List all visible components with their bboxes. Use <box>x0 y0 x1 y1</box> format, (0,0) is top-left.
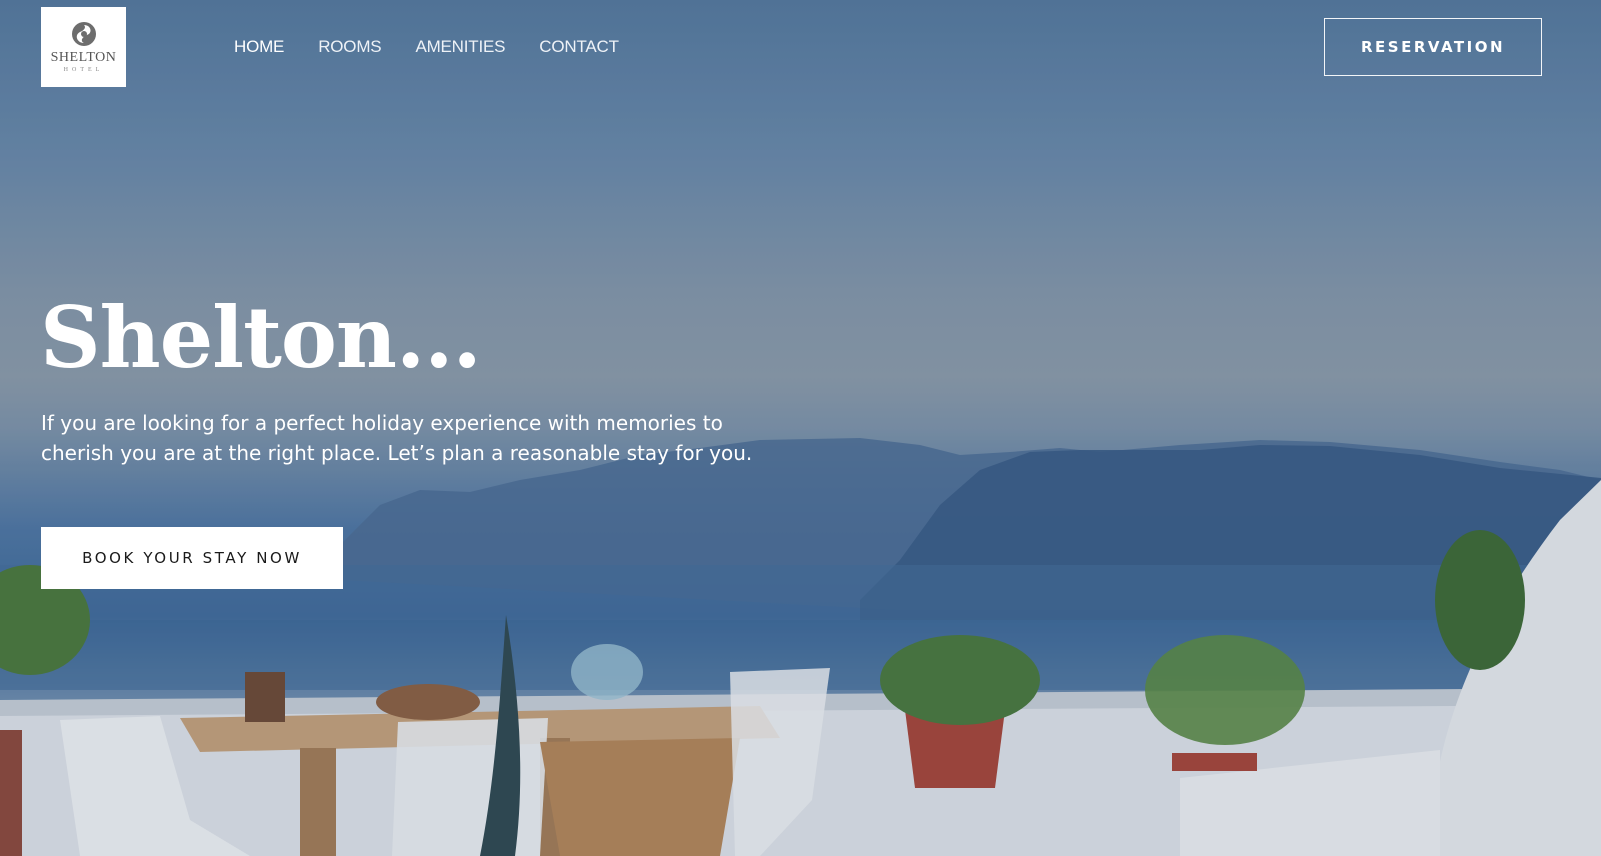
main-nav: HOME ROOMS AMENITIES CONTACT <box>234 37 653 57</box>
logo-swirl-icon <box>71 22 96 46</box>
hero-section: SHELTON HOTEL HOME ROOMS AMENITIES CONTA… <box>0 0 1601 856</box>
book-stay-button[interactable]: BOOK YOUR STAY NOW <box>41 527 343 589</box>
nav-item-home[interactable]: HOME <box>234 37 284 57</box>
reservation-button[interactable]: RESERVATION <box>1324 18 1542 76</box>
hero-description: If you are looking for a perfect holiday… <box>41 411 753 465</box>
hero-title: Shelton... <box>40 288 482 387</box>
logo-name: SHELTON <box>50 50 117 65</box>
nav-item-amenities[interactable]: AMENITIES <box>415 37 505 57</box>
hotel-logo[interactable]: SHELTON HOTEL <box>41 7 126 87</box>
nav-item-contact[interactable]: CONTACT <box>539 37 619 57</box>
logo-subtitle: HOTEL <box>63 67 104 73</box>
nav-item-rooms[interactable]: ROOMS <box>318 37 381 57</box>
